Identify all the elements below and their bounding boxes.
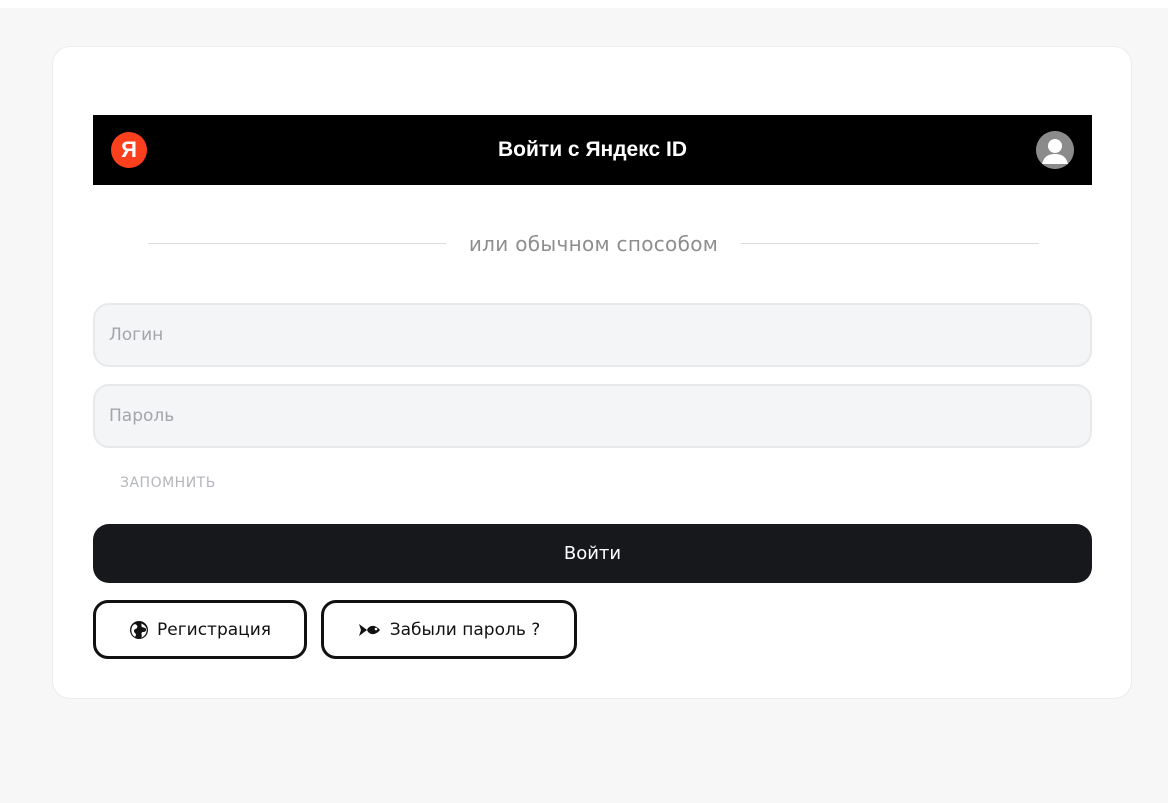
fish-icon xyxy=(358,622,382,638)
avatar-icon xyxy=(1036,131,1074,169)
remember-me-toggle[interactable]: ЗАПОМНИТЬ xyxy=(120,475,216,491)
divider-text: или обычном способом xyxy=(468,232,719,256)
password-input[interactable] xyxy=(93,384,1092,448)
divider-line-right xyxy=(741,243,1039,244)
forgot-password-label: Забыли пароль ? xyxy=(389,619,541,640)
login-submit-button[interactable]: Войти xyxy=(93,524,1092,583)
login-card: Я Войти с Яндекс ID или обычном способом… xyxy=(52,46,1132,699)
globe-icon xyxy=(129,620,149,640)
top-strip xyxy=(0,0,1168,8)
forgot-password-button[interactable]: Забыли пароль ? xyxy=(321,600,577,659)
login-method-divider: или обычном способом xyxy=(148,230,1039,258)
register-button[interactable]: Регистрация xyxy=(93,600,307,659)
login-input[interactable] xyxy=(93,303,1092,367)
register-button-label: Регистрация xyxy=(157,619,271,640)
yandex-id-button-label: Войти с Яндекс ID xyxy=(498,138,687,161)
yandex-id-login-button[interactable]: Я Войти с Яндекс ID xyxy=(93,115,1092,185)
